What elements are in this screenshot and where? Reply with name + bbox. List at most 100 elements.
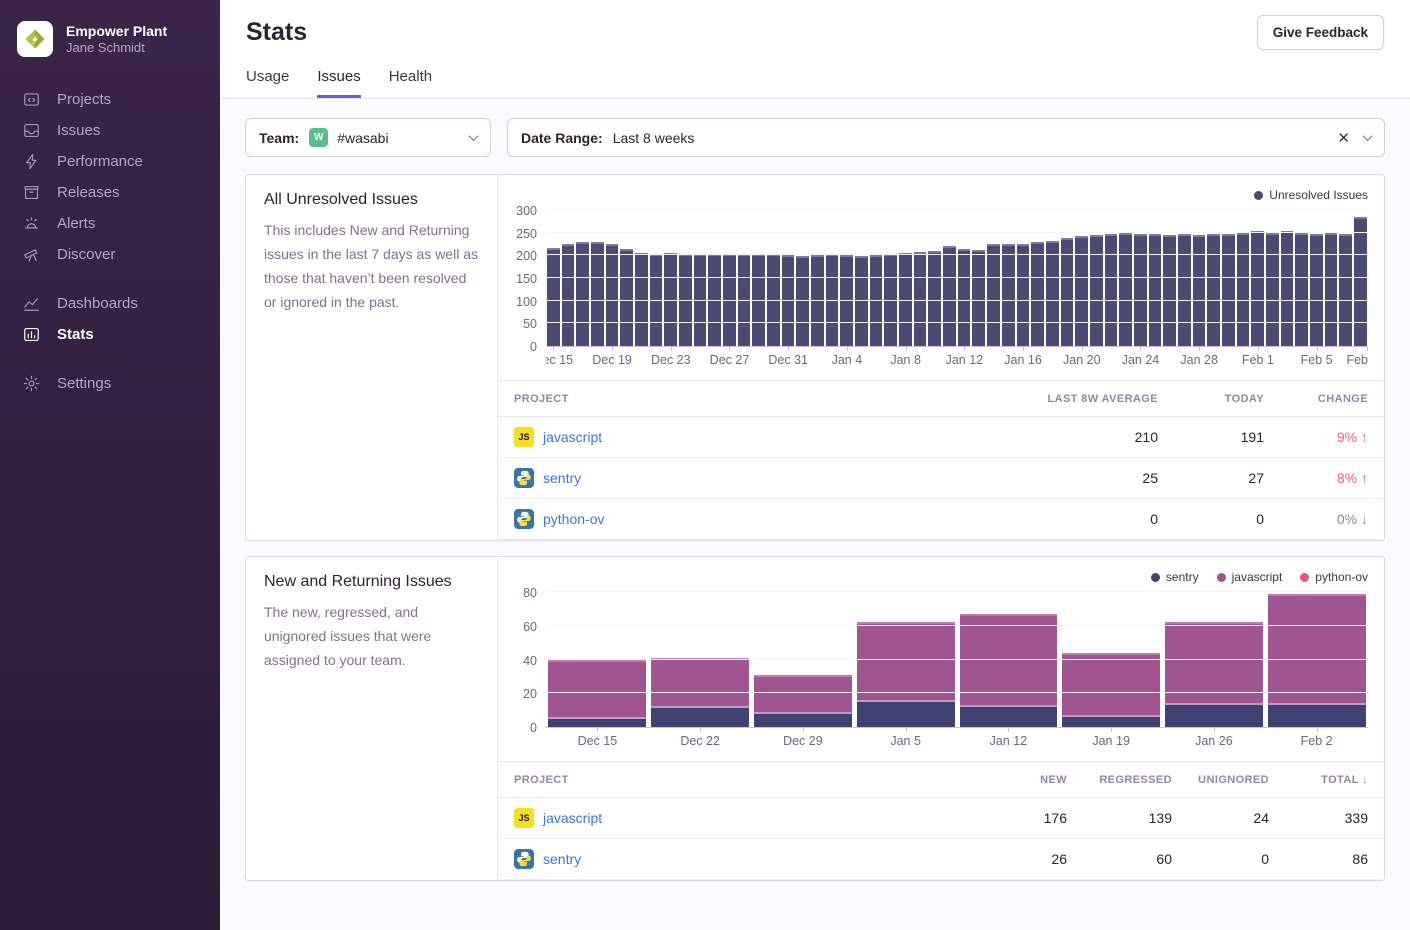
project-link[interactable]: javascript xyxy=(543,810,602,826)
unresolved-bar[interactable] xyxy=(796,256,809,346)
unresolved-bar[interactable] xyxy=(1310,234,1323,346)
sidebar-item-settings[interactable]: Settings xyxy=(0,368,220,399)
unresolved-bar[interactable] xyxy=(1163,235,1176,346)
releases-icon xyxy=(22,183,41,202)
sidebar-item-discover[interactable]: Discover xyxy=(0,239,220,270)
unresolved-bar[interactable] xyxy=(606,244,619,346)
sidebar-item-dashboards[interactable]: Dashboards xyxy=(0,288,220,319)
col-today[interactable]: TODAY xyxy=(1158,393,1264,405)
unresolved-bar[interactable] xyxy=(1281,231,1294,346)
unresolved-bar[interactable] xyxy=(620,249,633,346)
sidebar-item-issues[interactable]: Issues xyxy=(0,115,220,146)
project-link[interactable]: javascript xyxy=(543,429,602,445)
stacked-bar[interactable] xyxy=(960,592,1058,727)
unresolved-bar[interactable] xyxy=(1339,234,1352,346)
empower-plant-diamond-icon xyxy=(23,27,47,51)
legend-javascript[interactable]: javascript xyxy=(1217,570,1283,584)
unresolved-bar[interactable] xyxy=(547,248,560,346)
unresolved-bar[interactable] xyxy=(1105,234,1118,346)
unresolved-bar[interactable] xyxy=(576,242,589,346)
unresolved-bar[interactable] xyxy=(591,242,604,346)
avg-value: 210 xyxy=(1008,429,1158,445)
col-unignored[interactable]: UNIGNORED xyxy=(1172,774,1269,786)
project-cell: sentry xyxy=(514,468,1008,488)
unresolved-bar[interactable] xyxy=(1149,234,1162,346)
col-change[interactable]: CHANGE xyxy=(1264,393,1368,405)
team-select[interactable]: Team: W #wasabi xyxy=(245,118,491,157)
unresolved-bar[interactable] xyxy=(1237,233,1250,346)
unresolved-bar[interactable] xyxy=(1075,236,1088,346)
unresolved-bar[interactable] xyxy=(1178,234,1191,346)
unresolved-bar[interactable] xyxy=(840,255,853,346)
unresolved-bar[interactable] xyxy=(1002,244,1015,346)
y-axis: 020406080 xyxy=(514,592,546,728)
unresolved-bar[interactable] xyxy=(1090,235,1103,346)
chevron-down-icon[interactable] xyxy=(1363,131,1373,141)
tab-health[interactable]: Health xyxy=(389,68,432,98)
unresolved-bar[interactable] xyxy=(958,249,971,346)
legend-sentry[interactable]: sentry xyxy=(1151,570,1199,584)
stacked-bar[interactable] xyxy=(1268,592,1366,727)
legend-python-ov[interactable]: python-ov xyxy=(1300,570,1368,584)
unresolved-bar[interactable] xyxy=(928,251,941,346)
unresolved-bar[interactable] xyxy=(1222,234,1235,346)
tab-usage[interactable]: Usage xyxy=(246,68,289,98)
stacked-bar[interactable] xyxy=(1062,592,1160,727)
chevron-down-icon[interactable] xyxy=(469,131,479,141)
unresolved-bar[interactable] xyxy=(855,256,868,346)
table-header-row: PROJECT LAST 8W AVERAGE TODAY CHANGE xyxy=(498,380,1384,417)
sidebar-item-stats[interactable]: Stats xyxy=(0,319,220,350)
sidebar-item-alerts[interactable]: Alerts xyxy=(0,208,220,239)
unresolved-bar[interactable] xyxy=(1193,235,1206,346)
stacked-bar[interactable] xyxy=(857,592,955,727)
unresolved-bar[interactable] xyxy=(972,250,985,346)
col-new[interactable]: NEW xyxy=(957,774,1067,786)
org-switcher[interactable]: Empower Plant Jane Schmidt xyxy=(0,21,220,57)
stacked-bar[interactable] xyxy=(548,592,646,727)
unresolved-bar[interactable] xyxy=(1295,233,1308,346)
x-tick-label: Jan 4 xyxy=(832,353,863,367)
col-regressed[interactable]: REGRESSED xyxy=(1067,774,1172,786)
unresolved-bar[interactable] xyxy=(1354,217,1367,346)
stacked-bar[interactable] xyxy=(754,592,852,727)
unresolved-bar[interactable] xyxy=(987,244,1000,346)
date-range-select[interactable]: Date Range: Last 8 weeks ✕ xyxy=(507,118,1385,157)
legend-dot-icon xyxy=(1151,573,1160,582)
unresolved-bar[interactable] xyxy=(943,246,956,346)
project-link[interactable]: python-ov xyxy=(543,511,604,527)
give-feedback-button[interactable]: Give Feedback xyxy=(1257,15,1384,50)
project-link[interactable]: sentry xyxy=(543,470,581,486)
unresolved-bar[interactable] xyxy=(1046,241,1059,346)
unresolved-bar[interactable] xyxy=(562,244,575,346)
gridline xyxy=(546,209,1368,210)
unresolved-bar[interactable] xyxy=(1134,234,1147,346)
y-tick-label: 100 xyxy=(516,295,537,309)
legend-unresolved-issues[interactable]: Unresolved Issues xyxy=(1254,188,1368,202)
col-project[interactable]: PROJECT xyxy=(514,393,1008,405)
total-value: 86 xyxy=(1269,851,1368,867)
unresolved-bar[interactable] xyxy=(811,255,824,346)
col-total[interactable]: TOTAL ↓ xyxy=(1269,774,1368,786)
unresolved-bar[interactable] xyxy=(1119,233,1132,346)
y-tick-label: 40 xyxy=(523,654,537,668)
user-name: Jane Schmidt xyxy=(66,40,167,56)
unresolved-bar[interactable] xyxy=(1266,233,1279,346)
col-last-8w-average[interactable]: LAST 8W AVERAGE xyxy=(1008,393,1158,405)
tab-issues[interactable]: Issues xyxy=(317,68,360,98)
unresolved-bar[interactable] xyxy=(1325,233,1338,346)
col-project[interactable]: PROJECT xyxy=(514,774,957,786)
sidebar-item-releases[interactable]: Releases xyxy=(0,177,220,208)
project-link[interactable]: sentry xyxy=(543,851,581,867)
unresolved-bar[interactable] xyxy=(1251,231,1264,346)
clear-icon[interactable]: ✕ xyxy=(1337,129,1350,147)
unresolved-bar[interactable] xyxy=(1017,244,1030,346)
stacked-bar[interactable] xyxy=(651,592,749,727)
panel-description-column: New and Returning Issues The new, regres… xyxy=(246,557,498,880)
unresolved-bar[interactable] xyxy=(1031,242,1044,346)
sidebar-item-performance[interactable]: Performance xyxy=(0,146,220,177)
sidebar-item-projects[interactable]: Projects xyxy=(0,84,220,115)
project-cell: python-ov xyxy=(514,509,1008,529)
unresolved-bar[interactable] xyxy=(1207,234,1220,346)
y-tick-label: 300 xyxy=(516,204,537,218)
stacked-bar[interactable] xyxy=(1165,592,1263,727)
